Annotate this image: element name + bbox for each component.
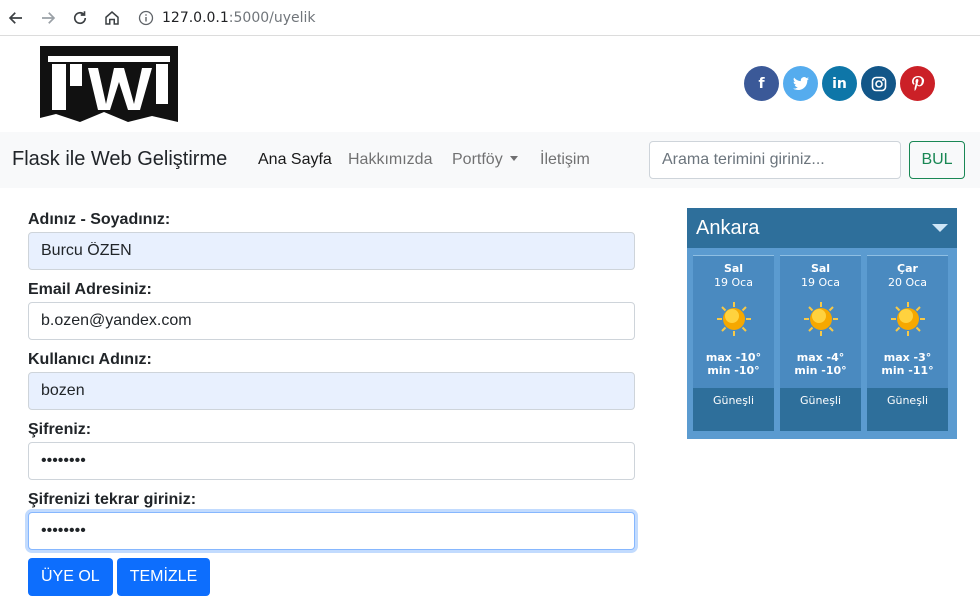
forecast-day: Sal 19 Oca max -4° min -10° Güneşli bbox=[780, 255, 861, 431]
arrow-right-icon bbox=[42, 11, 56, 24]
forecast-max: max -10° bbox=[705, 351, 762, 364]
weather-city: Ankara bbox=[696, 216, 760, 239]
pinterest-icon[interactable] bbox=[900, 66, 935, 101]
chevron-down-icon bbox=[509, 156, 518, 161]
linkedin-icon[interactable]: in bbox=[822, 66, 857, 101]
username-label: Kullanıcı Adınız: bbox=[28, 351, 152, 368]
reload-icon bbox=[73, 10, 87, 24]
sun-icon bbox=[890, 302, 925, 336]
sun-icon bbox=[716, 302, 751, 336]
forecast-condition: Güneşli bbox=[693, 388, 774, 431]
weather-forecast: Sal 19 Oca max -10° min -10° Güneşli Sal… bbox=[687, 248, 957, 431]
reload-button[interactable] bbox=[64, 0, 96, 36]
forecast-min: min -10° bbox=[794, 364, 847, 377]
password-field[interactable] bbox=[28, 442, 635, 480]
forecast-max: max -3° bbox=[883, 351, 932, 364]
info-icon bbox=[138, 10, 154, 25]
forecast-min: min -11° bbox=[881, 364, 934, 377]
forecast-condition: Güneşli bbox=[867, 388, 948, 431]
email-field[interactable] bbox=[28, 302, 635, 340]
forward-button[interactable] bbox=[32, 0, 64, 36]
forecast-day: Sal 19 Oca max -10° min -10° Güneşli bbox=[693, 255, 774, 431]
facebook-icon[interactable]: f bbox=[744, 66, 779, 101]
reset-button[interactable]: TEMİZLE bbox=[116, 558, 211, 596]
instagram-camera-icon bbox=[871, 76, 886, 91]
back-button[interactable] bbox=[0, 0, 32, 36]
password-label: Şifreniz: bbox=[28, 421, 92, 438]
home-icon bbox=[105, 10, 119, 25]
twitter-bird-icon bbox=[792, 76, 809, 90]
sun-icon bbox=[803, 302, 838, 336]
forecast-date: 20 Oca bbox=[888, 276, 927, 289]
url-path: :5000/uyelik bbox=[228, 9, 316, 26]
browser-toolbar: 127.0.0.1:5000/uyelik bbox=[0, 0, 980, 36]
social-links: f in bbox=[744, 66, 935, 101]
registration-form: Adınız - Soyadınız: Email Adresiniz: Kul… bbox=[28, 208, 635, 596]
search-input[interactable] bbox=[649, 141, 901, 179]
arrow-left-icon bbox=[8, 11, 22, 24]
url-host: 127.0.0.1 bbox=[162, 9, 229, 26]
forecast-date: 19 Oca bbox=[801, 276, 840, 289]
password-confirm-field[interactable] bbox=[28, 512, 635, 550]
name-field[interactable] bbox=[28, 232, 635, 270]
forecast-max: max -4° bbox=[796, 351, 845, 364]
username-field[interactable] bbox=[28, 372, 635, 410]
weather-widget: Ankara Sal 19 Oca max -10° min -10° Güne… bbox=[687, 208, 957, 439]
forecast-day: Çar 20 Oca max -3° min -11° Güneşli bbox=[867, 255, 948, 431]
search-button[interactable]: BUL bbox=[909, 141, 965, 179]
submit-button[interactable]: ÜYE OL bbox=[28, 558, 113, 596]
form-buttons: ÜYE OL TEMİZLE bbox=[28, 558, 635, 596]
navbar-brand[interactable]: Flask ile Web Geliştirme bbox=[12, 148, 227, 171]
nav-item-about[interactable]: Hakkımızda bbox=[348, 151, 432, 169]
forecast-day-name: Sal bbox=[723, 262, 744, 275]
chevron-down-icon[interactable] bbox=[932, 224, 948, 232]
weather-header[interactable]: Ankara bbox=[687, 208, 957, 248]
name-label: Adınız - Soyadınız: bbox=[28, 211, 171, 228]
nav-item-portfolio-label: Portföy bbox=[452, 151, 503, 168]
nav-item-contact[interactable]: İletişim bbox=[540, 151, 590, 169]
twitter-icon[interactable] bbox=[783, 66, 818, 101]
instagram-icon[interactable] bbox=[861, 66, 896, 101]
navbar: Flask ile Web Geliştirme Ana Sayfa Hakkı… bbox=[0, 132, 980, 188]
nav-item-portfolio[interactable]: Portföy bbox=[452, 151, 518, 169]
forecast-min: min -10° bbox=[707, 364, 760, 377]
pinterest-p-icon bbox=[911, 75, 924, 91]
forecast-day-name: Çar bbox=[897, 262, 918, 275]
home-button[interactable] bbox=[96, 0, 128, 36]
site-logo[interactable] bbox=[40, 46, 178, 122]
forecast-date: 19 Oca bbox=[714, 276, 753, 289]
forecast-day-name: Sal bbox=[810, 262, 831, 275]
forecast-condition: Güneşli bbox=[780, 388, 861, 431]
address-bar[interactable]: 127.0.0.1:5000/uyelik bbox=[138, 4, 316, 32]
email-label: Email Adresiniz: bbox=[28, 281, 152, 298]
nav-item-home[interactable]: Ana Sayfa bbox=[258, 151, 332, 169]
password-confirm-label: Şifrenizi tekrar giriniz: bbox=[28, 491, 197, 508]
